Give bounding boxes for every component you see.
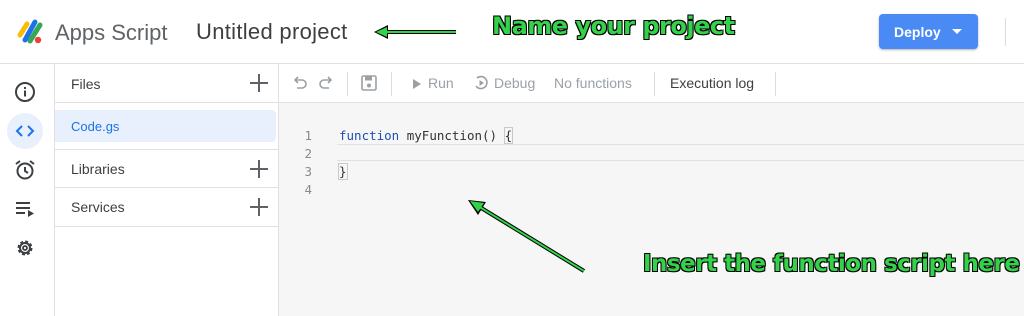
project-title[interactable]: Untitled project — [196, 19, 348, 45]
executions-icon — [16, 202, 34, 217]
line-number: 4 — [304, 182, 312, 197]
add-file-plus-icon[interactable] — [250, 74, 268, 92]
side-rail — [0, 64, 55, 316]
annotation-insert-function: Insert the function script here — [643, 251, 1020, 277]
code-keyword: function — [339, 128, 400, 143]
code-line: 4 — [279, 181, 1024, 199]
chevron-down-icon — [952, 29, 962, 34]
line-number: 1 — [304, 128, 312, 143]
file-item-code-gs[interactable]: Code.gs — [55, 110, 276, 142]
top-bar: Apps Script Untitled project Name your p… — [0, 0, 1024, 64]
editor-toolbar: Run Debug No functions Execution log — [279, 64, 1024, 103]
rail-executions[interactable] — [7, 191, 43, 227]
toolbar-divider — [654, 72, 655, 96]
rail-triggers[interactable] — [7, 152, 43, 188]
file-name: Code.gs — [71, 119, 120, 134]
code-line: 1 function myFunction() { — [279, 127, 1024, 145]
code-text: function myFunction() { — [339, 127, 514, 144]
debug-button[interactable]: Debug — [473, 64, 539, 103]
deploy-button-label: Deploy — [894, 24, 941, 40]
run-label: Run — [428, 75, 454, 91]
libraries-header: Libraries — [55, 149, 279, 188]
alarm-clock-icon — [15, 160, 35, 180]
services-header: Services — [55, 188, 279, 227]
toolbar-divider — [391, 72, 392, 96]
rail-editor[interactable] — [7, 113, 43, 149]
services-title: Services — [71, 199, 125, 215]
line-number: 3 — [304, 164, 312, 179]
files-title: Files — [71, 76, 101, 92]
save-icon[interactable] — [360, 74, 378, 92]
function-select[interactable]: No functions — [554, 75, 632, 91]
files-header: Files — [55, 64, 279, 103]
code-line: 3 } — [279, 163, 1024, 181]
info-icon — [15, 82, 35, 102]
undo-icon[interactable] — [291, 74, 309, 92]
debug-icon — [475, 75, 488, 90]
add-service-plus-icon[interactable] — [250, 198, 268, 216]
run-button[interactable]: Run — [409, 64, 459, 103]
apps-script-logo-icon[interactable] — [16, 16, 46, 46]
annotation-arrow-name — [374, 25, 456, 39]
play-icon — [413, 79, 421, 89]
gear-icon — [17, 240, 33, 256]
code-close-brace: } — [338, 163, 348, 180]
annotation-arrow-insert — [468, 200, 586, 273]
rail-overview[interactable] — [7, 74, 43, 110]
debug-label: Debug — [494, 75, 536, 91]
code-text: } — [338, 163, 348, 180]
code-open-brace: { — [503, 127, 514, 144]
toolbar-divider — [347, 72, 348, 96]
divider — [1005, 18, 1006, 46]
line-number: 2 — [304, 146, 312, 161]
app-name: Apps Script — [55, 20, 168, 45]
code-editor[interactable]: 1 function myFunction() { 2 3 } 4 — [279, 103, 1024, 316]
libraries-title: Libraries — [71, 161, 125, 177]
redo-icon[interactable] — [317, 74, 335, 92]
toolbar-divider — [775, 72, 776, 96]
code-line: 2 — [279, 145, 1024, 163]
rail-settings[interactable] — [7, 230, 43, 266]
annotation-name-project: Name your project — [492, 12, 735, 40]
code-signature: myFunction() — [399, 128, 505, 143]
deploy-button[interactable]: Deploy — [879, 14, 978, 49]
add-library-plus-icon[interactable] — [250, 160, 268, 178]
code-icon — [15, 125, 35, 137]
files-panel: Files Code.gs Libraries Services — [55, 64, 279, 316]
execution-log-button[interactable]: Execution log — [670, 75, 754, 91]
